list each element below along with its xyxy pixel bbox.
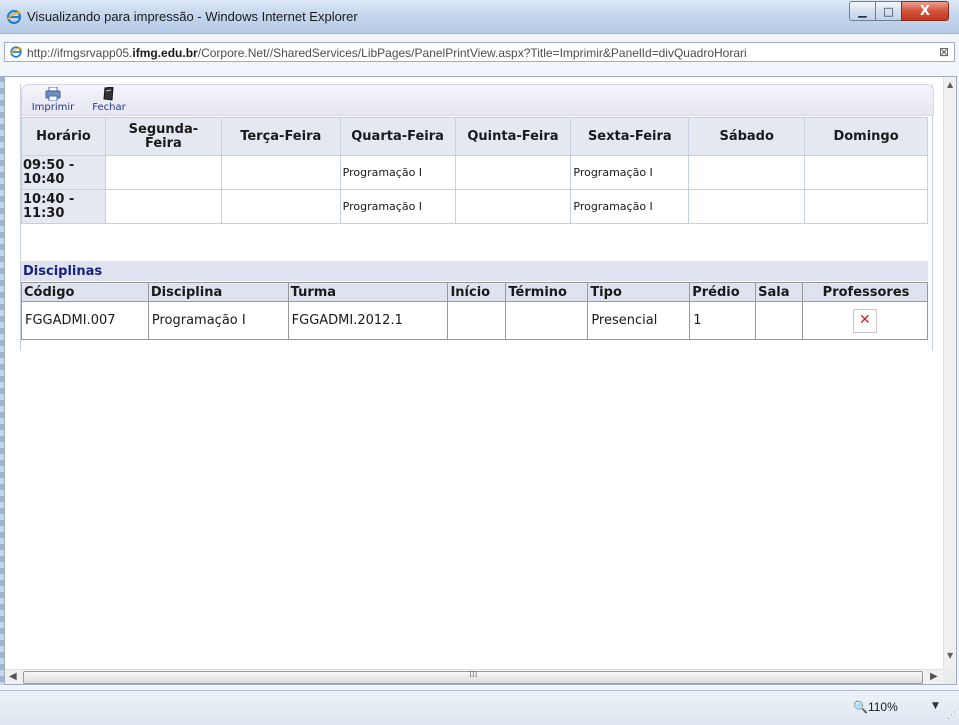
- time-text: 09:50 - 10:40: [23, 157, 75, 187]
- disciplinas-table: Código Disciplina Turma Início Término T…: [21, 282, 928, 340]
- vertical-scrollbar[interactable]: ▲ ▼: [943, 77, 956, 669]
- schedule-cell: [688, 189, 806, 224]
- horizontal-scroll-thumb[interactable]: ⁞⁞⁞: [23, 670, 923, 684]
- header-quinta: Quinta-Feira: [454, 117, 572, 156]
- schedule-cell: Programação I: [570, 155, 690, 190]
- close-label: Fechar: [92, 102, 126, 113]
- broken-image-icon[interactable]: ✕: [853, 308, 878, 333]
- horizontal-scrollbar[interactable]: ◀ ⁞⁞⁞ ▶: [5, 669, 943, 684]
- cell-tipo: Presencial: [587, 301, 691, 340]
- header-codigo: Código: [21, 282, 149, 302]
- scroll-corner: [943, 669, 956, 684]
- schedule-cell: [688, 155, 806, 190]
- schedule-cell: Programação I: [570, 189, 690, 224]
- printer-icon: [45, 87, 61, 101]
- time-cell: 10:40 - 11:30: [21, 189, 106, 224]
- minimize-button[interactable]: ▁: [849, 1, 876, 21]
- compatibility-view-icon[interactable]: ⊠: [939, 45, 949, 59]
- title-bar[interactable]: Visualizando para impressão - Windows In…: [0, 0, 959, 34]
- zoom-level[interactable]: 🔍110%: [853, 700, 898, 714]
- schedule-cell: [104, 189, 222, 224]
- zoom-text: 110%: [867, 700, 898, 714]
- header-quarta: Quarta-Feira: [339, 117, 456, 156]
- ie-logo-icon: [6, 9, 22, 25]
- cell-disciplina: Programação I: [147, 301, 289, 340]
- close-button[interactable]: Fechar: [87, 87, 131, 113]
- schedule-cell: [454, 189, 572, 224]
- schedule-cell: [220, 155, 341, 190]
- url-path: /Corpore.Net//SharedServices/LibPages/Pa…: [197, 46, 747, 60]
- header-termino: Término: [505, 282, 589, 302]
- cell-sala: [755, 301, 804, 340]
- header-terca: Terça-Feira: [220, 117, 341, 156]
- time-cell: 09:50 - 10:40: [21, 155, 106, 190]
- schedule-header-row: Horário Segunda-Feira Terça-Feira Quarta…: [21, 117, 928, 156]
- schedule-cell: [804, 155, 928, 190]
- cell-termino: [505, 301, 589, 340]
- header-disciplina: Disciplina: [147, 282, 289, 302]
- url-domain: ifmg.edu.br: [132, 46, 198, 60]
- cell-inicio: [447, 301, 507, 340]
- resize-grip-icon[interactable]: ⋰: [947, 711, 956, 721]
- schedule-cell: [804, 189, 928, 224]
- header-tipo: Tipo: [587, 282, 691, 302]
- cell-predio: 1: [689, 301, 757, 340]
- page-viewport: Imprimir Fechar Horário Segunda-Feira Te…: [4, 76, 957, 685]
- table-row: FGGADMI.007 Programação I FGGADMI.2012.1…: [21, 301, 928, 340]
- header-horario: Horário: [21, 117, 106, 156]
- print-toolbar: Imprimir Fechar: [21, 84, 934, 116]
- header-sabado: Sábado: [688, 117, 806, 156]
- cell-codigo: FGGADMI.007: [21, 301, 149, 340]
- scroll-up-icon[interactable]: ▲: [947, 80, 953, 89]
- url-text[interactable]: http://ifmgsrvapp05.ifmg.edu.br/Corpore.…: [27, 46, 932, 60]
- page-icon: [9, 46, 23, 58]
- header-segunda-text: Segunda-Feira: [128, 121, 199, 151]
- schedule-cell: [454, 155, 572, 190]
- print-panel: Imprimir Fechar Horário Segunda-Feira Te…: [20, 84, 934, 351]
- schedule-cell: [220, 189, 341, 224]
- header-segunda: Segunda-Feira: [104, 117, 222, 156]
- url-prefix: http://ifmgsrvapp05.: [27, 46, 133, 60]
- header-sala: Sala: [755, 282, 804, 302]
- schedule-cell: Programação I: [339, 189, 456, 224]
- address-bar[interactable]: http://ifmgsrvapp05.ifmg.edu.br/Corpore.…: [4, 42, 955, 62]
- header-inicio: Início: [447, 282, 507, 302]
- header-sexta: Sexta-Feira: [570, 117, 690, 156]
- browser-window: Visualizando para impressão - Windows In…: [0, 0, 959, 725]
- header-predio: Prédio: [689, 282, 757, 302]
- cell-turma: FGGADMI.2012.1: [287, 301, 449, 340]
- header-turma: Turma: [287, 282, 449, 302]
- window-title: Visualizando para impressão - Windows In…: [27, 9, 358, 24]
- scroll-right-icon[interactable]: ▶: [930, 671, 938, 682]
- maximize-button[interactable]: □: [875, 1, 902, 21]
- exit-door-icon: [103, 87, 114, 101]
- grip-icon: ⁞⁞⁞: [469, 670, 478, 680]
- print-label: Imprimir: [31, 102, 75, 113]
- close-window-button[interactable]: X: [901, 1, 949, 21]
- print-button[interactable]: Imprimir: [26, 87, 80, 113]
- zoom-dropdown-icon[interactable]: ▼: [932, 701, 939, 711]
- scroll-left-icon[interactable]: ◀: [9, 671, 17, 682]
- header-professores: Professores: [802, 282, 928, 302]
- status-bar: 🔍110% ▼ ⋰: [0, 690, 959, 725]
- scroll-down-icon[interactable]: ▼: [947, 651, 953, 660]
- schedule-cell: [104, 155, 222, 190]
- schedule-table: Horário Segunda-Feira Terça-Feira Quarta…: [21, 117, 928, 224]
- cell-professores: ✕: [802, 301, 928, 340]
- schedule-row: 09:50 - 10:40 Programação I Programação …: [21, 155, 928, 190]
- schedule-cell: Programação I: [339, 155, 456, 190]
- schedule-row: 10:40 - 11:30 Programação I Programação …: [21, 189, 928, 224]
- disciplinas-heading: Disciplinas: [21, 261, 928, 281]
- disciplinas-header-row: Código Disciplina Turma Início Término T…: [21, 282, 928, 302]
- header-domingo: Domingo: [804, 117, 928, 156]
- time-text: 10:40 - 11:30: [23, 191, 75, 221]
